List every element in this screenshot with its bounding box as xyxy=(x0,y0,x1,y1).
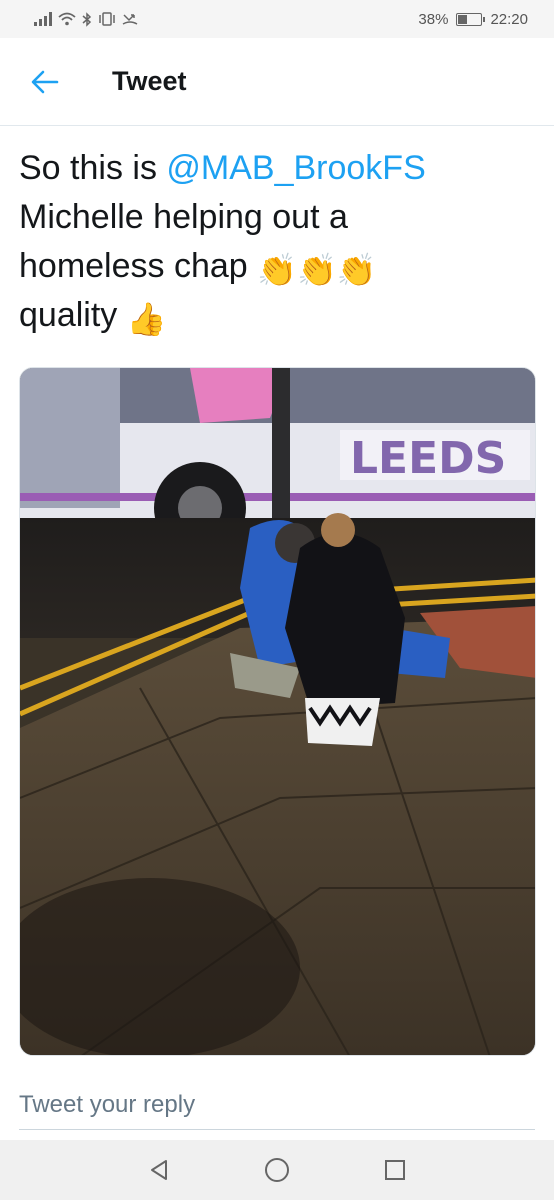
recents-square-icon xyxy=(385,1160,405,1180)
wifi-icon xyxy=(58,12,76,26)
bluetooth-icon xyxy=(82,11,92,27)
tweet-text-line-4: quality 👍 xyxy=(19,291,539,340)
mention-link[interactable]: @MAB_BrookFS xyxy=(166,149,425,187)
battery-percent: 38% xyxy=(418,10,449,28)
photo-illustration: LEEDS xyxy=(20,368,535,1055)
page-title: Tweet xyxy=(112,66,187,96)
tweet-text-line-2: Michelle helping out a xyxy=(19,198,348,236)
vibrate-icon xyxy=(99,12,115,26)
status-icons-right: 38% 22:20 xyxy=(418,11,528,28)
back-button[interactable] xyxy=(0,38,90,126)
battery-fill xyxy=(458,14,467,24)
tweet-text-prefix: So this is xyxy=(19,149,167,187)
tweet-text-line-3: homeless chap 👏👏👏 xyxy=(19,242,539,291)
nav-home-button[interactable] xyxy=(247,1140,307,1200)
home-circle-icon xyxy=(265,1158,289,1182)
signal-icon xyxy=(34,12,52,26)
status-time: 22:20 xyxy=(490,10,528,28)
tweet-text-line-4-text: quality xyxy=(19,296,127,334)
tweet-text-line-3-text: homeless chap xyxy=(19,247,258,285)
tweet-text: So this is @MAB_BrookFS Michelle helping… xyxy=(19,144,539,340)
tweet-photo[interactable]: LEEDS xyxy=(19,367,536,1056)
status-bar: 38% 22:20 xyxy=(0,0,554,38)
tweet-header: Tweet xyxy=(0,38,554,126)
arrow-left-icon xyxy=(31,70,59,93)
svg-text:LEEDS: LEEDS xyxy=(350,433,506,484)
system-nav-bar xyxy=(0,1140,554,1200)
battery-icon xyxy=(456,12,486,26)
reply-bar xyxy=(0,1060,554,1140)
tweet-text-line-1: So this is @MAB_BrookFS xyxy=(19,144,539,193)
missed-call-icon xyxy=(122,14,138,25)
reply-input[interactable] xyxy=(19,1080,535,1130)
thumbs-up-icon: 👍 xyxy=(126,301,167,337)
status-icons-left xyxy=(34,11,138,27)
nav-recents-button[interactable] xyxy=(365,1140,425,1200)
clapping-hands-icon: 👏👏👏 xyxy=(257,252,377,288)
back-triangle-icon xyxy=(151,1160,167,1180)
nav-back-button[interactable] xyxy=(129,1140,189,1200)
